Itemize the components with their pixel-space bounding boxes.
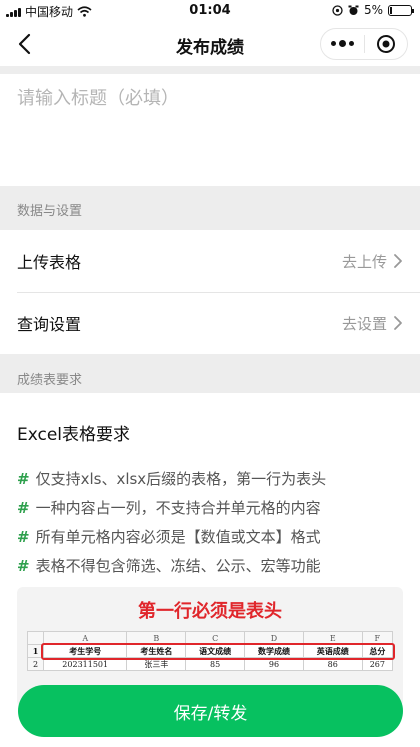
upload-table-label: 上传表格 <box>17 253 82 272</box>
data-cell: 张三丰 <box>126 657 187 671</box>
close-target-icon[interactable] <box>365 34 408 54</box>
alarm-icon <box>348 5 359 15</box>
query-settings-label: 查询设置 <box>17 315 82 334</box>
requirement-item: # 所有单元格内容必须是【数值或文本】格式 <box>17 523 403 552</box>
header-cell: 英语成绩 <box>302 644 363 658</box>
battery-percent: 5% <box>363 3 383 17</box>
query-action-text: 去设置 <box>341 314 387 333</box>
bullet-hash: # <box>17 557 30 575</box>
settings-group: 上传表格 去上传 查询设置 去设置 <box>0 230 420 354</box>
column-letter-row: A B C D E F <box>27 631 394 645</box>
spreadsheet-preview: A B C D E F 1 考生学号 考生姓名 语文成绩 数学成绩 英语成绩 总… <box>27 631 395 671</box>
title-input-area <box>0 74 420 186</box>
column-letter: B <box>126 631 187 645</box>
requirement-item: # 一种内容占一列，不支持合并单元格的内容 <box>17 494 403 523</box>
bullet-hash: # <box>17 470 30 488</box>
data-cell: 86 <box>302 657 363 671</box>
requirement-text: 一种内容占一列，不支持合并单元格的内容 <box>35 499 321 517</box>
chevron-right-icon <box>394 254 402 268</box>
header-cell: 考生学号 <box>42 644 128 658</box>
navigation-bar: 发布成绩 <box>0 22 420 66</box>
mini-program-capsule <box>320 28 408 60</box>
location-icon <box>332 4 343 16</box>
data-cell: 96 <box>244 657 304 671</box>
battery-icon <box>388 4 414 16</box>
corner-cell <box>27 631 44 645</box>
column-letter: F <box>361 631 394 645</box>
data-cell: 85 <box>185 657 246 671</box>
data-cell: 267 <box>361 657 394 671</box>
column-letter: D <box>244 631 304 645</box>
requirement-text: 所有单元格内容必须是【数值或文本】格式 <box>35 528 321 546</box>
section-label-requirements: 成绩表要求 <box>17 373 83 388</box>
bottom-action-bar: 保存/转发 <box>0 680 420 747</box>
column-letter: C <box>185 631 246 645</box>
requirement-text: 表格不得包含筛选、冻结、公示、宏等功能 <box>35 557 321 575</box>
more-dots-icon[interactable] <box>321 40 364 47</box>
query-settings-cell[interactable]: 查询设置 去设置 <box>0 292 420 354</box>
requirement-item: # 表格不得包含筛选、冻结、公示、宏等功能 <box>17 552 403 581</box>
target-icon <box>376 35 395 53</box>
chevron-right-icon <box>394 316 402 330</box>
data-row: 2 202311501 张三丰 85 96 86 267 <box>27 657 394 671</box>
title-input[interactable] <box>17 88 403 109</box>
status-bar: 中国移动 01:04 5% <box>0 0 420 22</box>
status-right: 5% <box>332 3 414 17</box>
bullet-hash: # <box>17 528 30 546</box>
header-cell: 数学成绩 <box>244 644 304 658</box>
upload-table-cell[interactable]: 上传表格 去上传 <box>0 230 420 292</box>
requirements-heading: Excel表格要求 <box>17 425 131 445</box>
header-cell: 语文成绩 <box>185 644 246 658</box>
column-letter: E <box>302 631 363 645</box>
battery-fill <box>390 6 392 14</box>
section-label-data-settings: 数据与设置 <box>17 204 83 219</box>
row-number: 2 <box>27 657 44 671</box>
row-number: 1 <box>27 644 44 658</box>
save-forward-button[interactable]: 保存/转发 <box>18 685 403 737</box>
header-cell: 总分 <box>361 644 394 658</box>
upload-action-text: 去上传 <box>341 252 387 271</box>
header-cell: 考生姓名 <box>126 644 187 658</box>
requirement-text: 仅支持xls、xlsx后缀的表格，第一行为表头 <box>35 470 327 488</box>
header-row: 1 考生学号 考生姓名 语文成绩 数学成绩 英语成绩 总分 <box>27 644 394 658</box>
requirement-item: # 仅支持xls、xlsx后缀的表格，第一行为表头 <box>17 465 403 494</box>
column-letter: A <box>42 631 128 645</box>
data-cell: 202311501 <box>42 657 128 671</box>
sample-caption: 第一行必须是表头 <box>138 601 282 622</box>
bullet-hash: # <box>17 499 30 517</box>
